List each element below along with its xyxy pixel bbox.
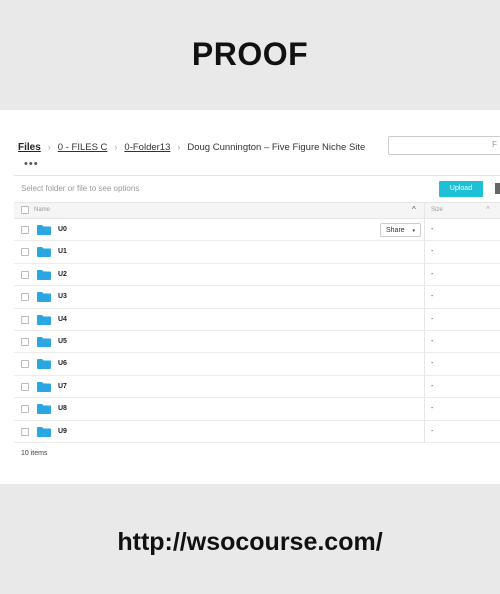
column-divider — [424, 203, 425, 218]
breadcrumb-separator-icon: › — [47, 142, 51, 152]
share-button[interactable]: Share ▾ — [380, 223, 421, 237]
column-divider — [424, 263, 425, 286]
column-divider — [424, 308, 425, 330]
table-row[interactable]: U1 - — [14, 241, 500, 264]
column-header-name[interactable]: Name — [34, 207, 50, 213]
column-divider — [424, 398, 425, 420]
items-count: 10 items — [21, 450, 48, 457]
column-header-size[interactable]: Size — [431, 207, 443, 213]
table-row[interactable]: U3 - — [14, 286, 500, 309]
row-checkbox[interactable] — [21, 293, 29, 302]
table-row[interactable]: U6 - — [14, 353, 500, 376]
folder-name[interactable]: U5 — [58, 338, 67, 345]
column-divider — [424, 330, 425, 353]
breadcrumb-separator-icon: › — [177, 142, 181, 152]
row-checkbox[interactable] — [21, 248, 29, 257]
column-divider — [424, 241, 425, 263]
share-label: Share — [386, 227, 405, 234]
folder-size: - — [431, 405, 434, 413]
proof-title: PROOF — [191, 36, 309, 72]
table-header: Name ^ Size ^ — [14, 202, 500, 219]
row-checkbox[interactable] — [21, 427, 29, 436]
row-checkbox[interactable] — [21, 337, 29, 346]
folder-name[interactable]: U8 — [58, 405, 67, 412]
row-checkbox[interactable] — [21, 226, 29, 234]
breadcrumb-root[interactable]: Files — [18, 142, 41, 153]
row-checkbox[interactable] — [21, 405, 29, 414]
breadcrumb-item-folder13[interactable]: 0-Folder13 — [124, 142, 170, 153]
folder-size: - — [431, 315, 434, 323]
file-browser-panel: Files › 0 - FILES C › 0-Folder13 › Doug … — [0, 110, 500, 484]
breadcrumb-separator-icon: › — [114, 142, 118, 152]
search-placeholder: F — [492, 140, 497, 149]
row-checkbox[interactable] — [21, 382, 29, 391]
folder-size: - — [431, 382, 434, 390]
table-row[interactable]: U0 Share ▾ - — [14, 219, 500, 242]
breadcrumb-item-files-c[interactable]: 0 - FILES C — [58, 142, 108, 153]
folder-name[interactable]: U4 — [58, 316, 67, 323]
folder-icon — [37, 247, 51, 258]
column-divider — [424, 375, 425, 398]
folder-size: - — [431, 337, 434, 345]
column-divider — [424, 420, 425, 442]
table-row[interactable]: U5 - — [14, 330, 500, 354]
table-row[interactable]: U9 - — [14, 420, 500, 443]
folder-name[interactable]: U0 — [58, 226, 67, 233]
select-all-checkbox[interactable] — [21, 206, 29, 214]
column-divider — [424, 353, 425, 375]
search-input[interactable]: F — [388, 136, 500, 155]
folder-icon — [37, 381, 51, 392]
table-row[interactable]: U7 - — [14, 375, 500, 399]
column-divider — [424, 286, 425, 308]
table-row[interactable]: U8 - — [14, 398, 500, 421]
breadcrumb: Files › 0 - FILES C › 0-Folder13 › Doug … — [18, 140, 365, 154]
upload-button[interactable]: Upload — [439, 181, 483, 197]
folder-icon — [37, 426, 51, 437]
folder-name[interactable]: U7 — [58, 383, 67, 390]
row-checkbox[interactable] — [21, 315, 29, 324]
sort-name-chevron-up-icon[interactable]: ^ — [412, 205, 416, 214]
column-divider — [424, 219, 425, 241]
divider — [14, 175, 500, 176]
table-body: U0 Share ▾ - U1 - U2 - U3 - U4 - U5 - U6 - U7 - U8 - U9 - — [14, 219, 500, 443]
file-table: Name ^ Size ^ U0 Share ▾ - U1- U2- U3- U4- U5- U6… — [14, 202, 500, 443]
folder-name[interactable]: U3 — [58, 293, 67, 300]
folder-icon — [37, 225, 51, 235]
chevron-down-icon: ▾ — [412, 228, 415, 234]
folder-name[interactable]: U2 — [58, 271, 67, 278]
breadcrumb-current: Doug Cunnington – Five Figure Niche Site — [187, 141, 366, 153]
folder-name[interactable]: U6 — [58, 360, 67, 367]
folder-size: - — [431, 427, 434, 435]
folder-icon — [37, 269, 51, 280]
folder-size: - — [431, 226, 434, 233]
folder-icon — [37, 314, 51, 325]
grid-view-icon[interactable] — [495, 183, 500, 194]
folder-name[interactable]: U9 — [58, 428, 67, 435]
row-checkbox[interactable] — [21, 360, 29, 369]
folder-size: - — [431, 293, 434, 301]
table-row[interactable]: U2 - — [14, 263, 500, 287]
more-options-icon[interactable]: ••• — [24, 158, 39, 170]
folder-icon — [37, 359, 51, 370]
sort-size-chevron-up-icon[interactable]: ^ — [486, 205, 490, 214]
folder-size: - — [431, 360, 434, 368]
folder-icon — [37, 292, 51, 303]
watermark-url: http://wsocourse.com/ — [117, 528, 383, 556]
folder-size: - — [431, 270, 434, 278]
folder-icon — [37, 404, 51, 415]
folder-name[interactable]: U1 — [58, 248, 67, 255]
row-checkbox[interactable] — [21, 270, 29, 279]
table-row[interactable]: U4 - — [14, 308, 500, 331]
folder-icon — [37, 336, 51, 347]
selection-hint: Select folder or file to see options — [21, 184, 140, 193]
folder-size: - — [431, 248, 434, 256]
